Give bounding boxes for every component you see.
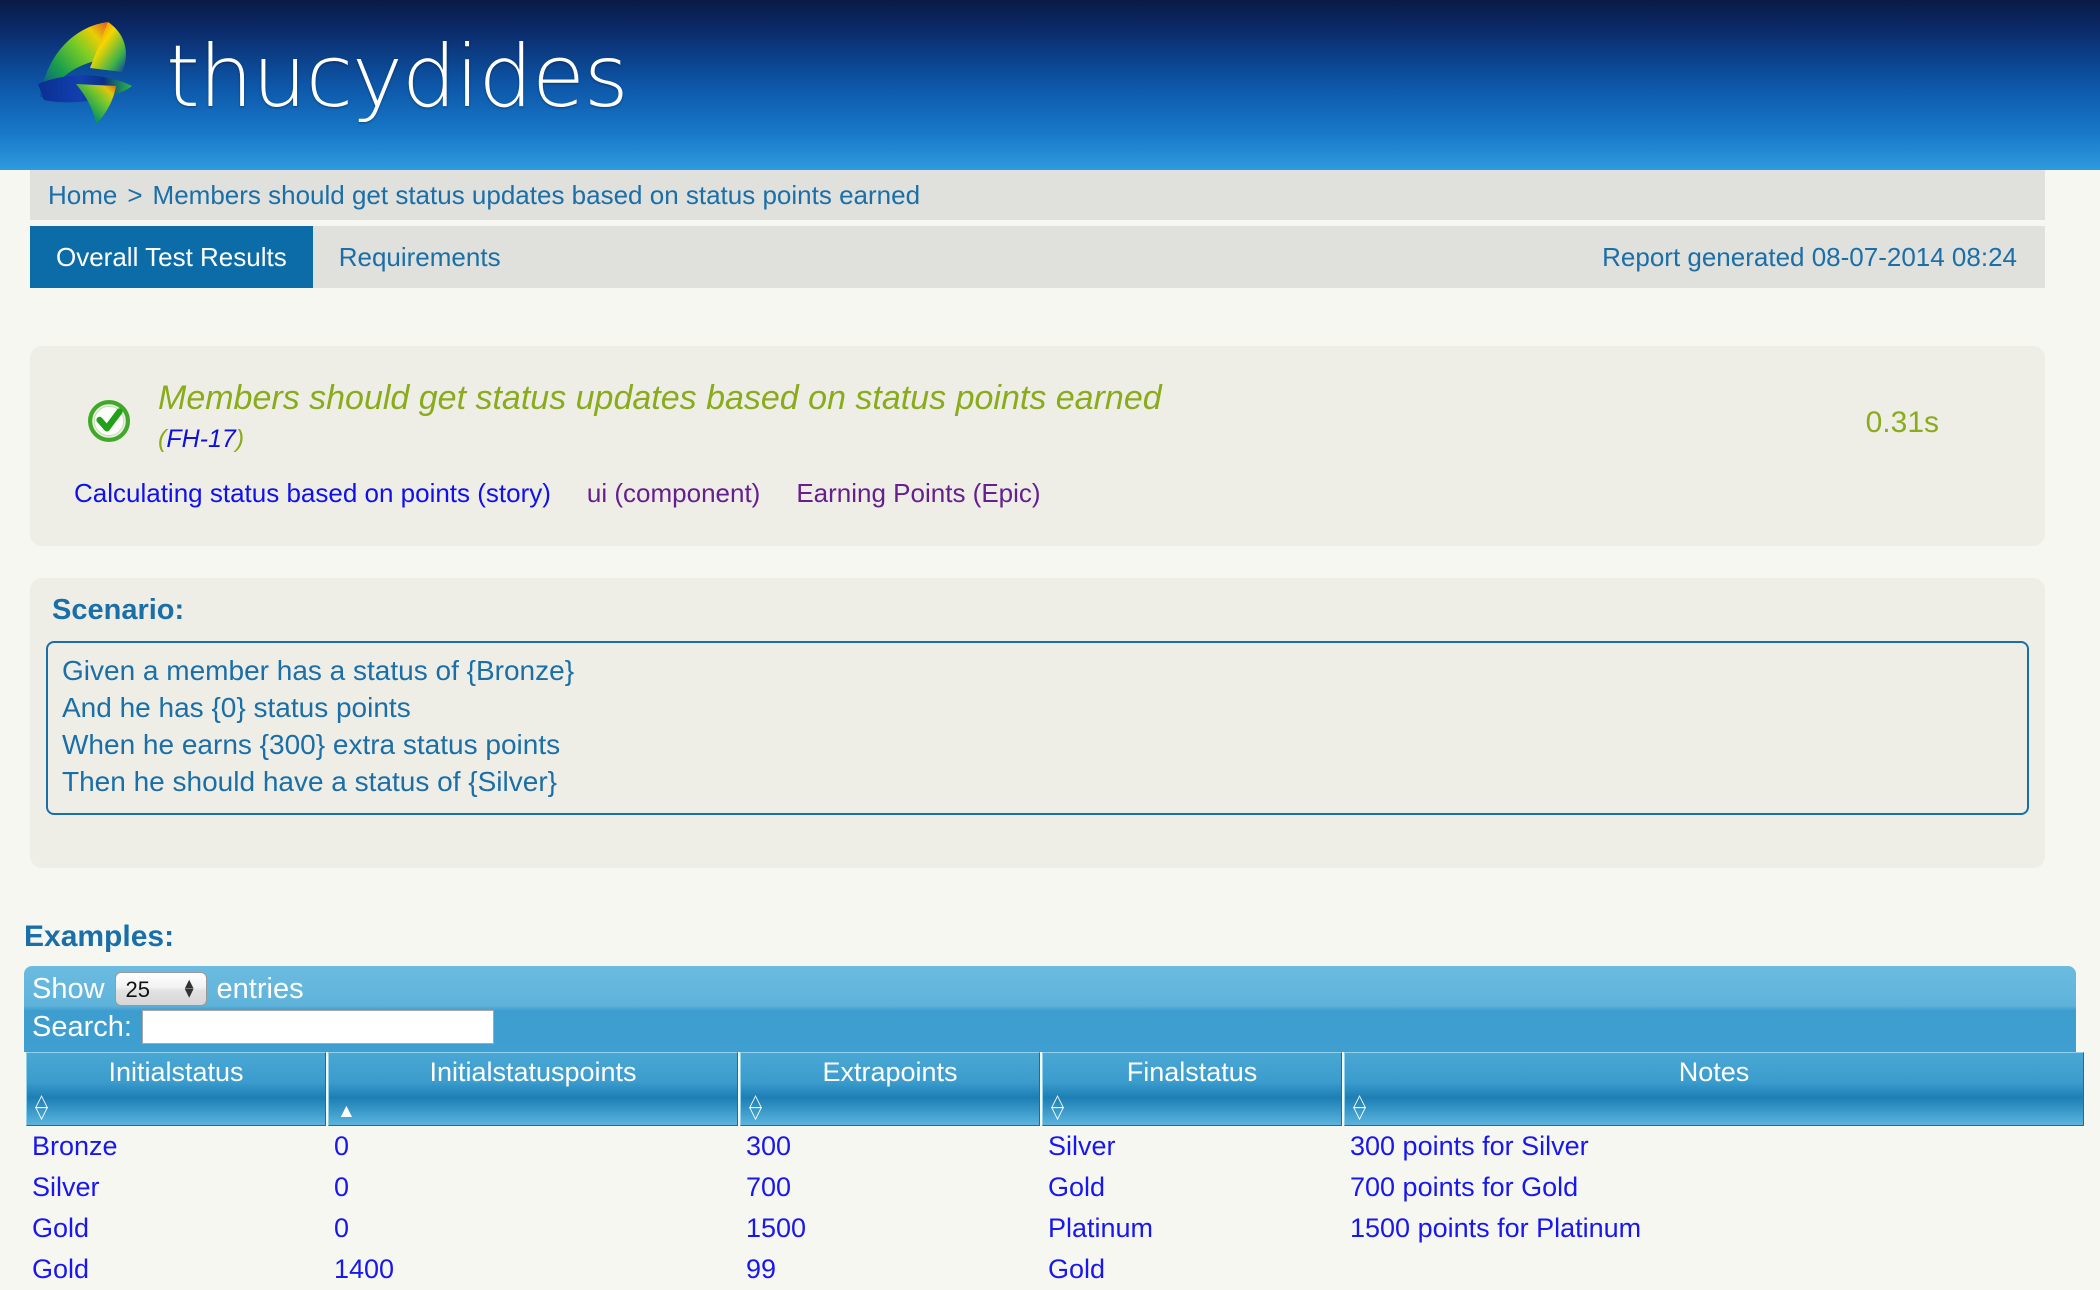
issue-paren-close: ) — [235, 424, 245, 453]
column-header-finalstatus[interactable]: Finalstatus △ ▽ — [1042, 1052, 1342, 1126]
tab-overall-test-results[interactable]: Overall Test Results — [30, 226, 313, 288]
cell-initialstatus: Gold — [32, 1213, 90, 1243]
table-header-row: Initialstatus △ ▽ Initialstatuspoints ▲ E… — [26, 1052, 2084, 1126]
site-banner: thucydides — [0, 0, 2100, 170]
examples-datatable: Show 10 25 50 100 ▲▼ entries Search: Ini… — [24, 966, 2084, 1290]
page-length-control: Show 10 25 50 100 ▲▼ entries — [32, 972, 2076, 1006]
cell-initialstatuspoints: 0 — [334, 1213, 350, 1243]
page-length-select-wrap: 10 25 50 100 ▲▼ — [105, 972, 217, 1006]
test-duration: 0.31s — [1865, 406, 1939, 439]
table-row[interactable]: Bronze 0 300 Silver 300 points for Silve… — [26, 1126, 2084, 1167]
column-label: Finalstatus — [1126, 1057, 1258, 1087]
breadcrumb-current: Members should get status updates based … — [152, 179, 921, 210]
search-label: Search: — [32, 1010, 132, 1043]
column-label: Initialstatus — [108, 1057, 244, 1087]
tab-requirements[interactable]: Requirements — [313, 226, 527, 288]
sort-asc-icon: ▲ — [337, 1101, 356, 1123]
scenario-step: When he earns {300} extra status points — [62, 728, 561, 760]
scenario-steps: Given a member has a status of {Bronze} … — [46, 641, 2029, 815]
page-title: Members should get status updates based … — [158, 379, 1162, 417]
green-check-circle-icon — [88, 400, 130, 442]
breadcrumb-separator: > — [127, 179, 143, 210]
column-header-extrapoints[interactable]: Extrapoints △ ▽ — [740, 1052, 1040, 1126]
examples-table-body: Bronze 0 300 Silver 300 points for Silve… — [26, 1126, 2084, 1290]
report-generated-stamp: Report generated 08-07-2014 08:24 — [1602, 241, 2017, 272]
brand-name: thucydides — [166, 27, 629, 127]
cell-finalstatus: Silver — [1048, 1131, 1116, 1161]
cell-notes: 1500 points for Platinum — [1350, 1213, 1642, 1243]
column-header-notes[interactable]: Notes △ ▽ — [1344, 1052, 2084, 1126]
sort-both-icon: △ ▽ — [35, 1090, 49, 1122]
search-input[interactable] — [141, 1010, 494, 1044]
test-result-summary-panel: Members should get status updates based … — [30, 346, 2045, 546]
entries-label: entries — [216, 972, 304, 1005]
tag-story-link[interactable]: Calculating status based on points (stor… — [74, 478, 551, 509]
test-title-column: Members should get status updates based … — [158, 378, 1866, 454]
scenario-step: Given a member has a status of {Bronze} — [62, 655, 575, 686]
scenario-heading: Scenario: — [52, 594, 185, 626]
breadcrumb-home-link[interactable]: Home — [48, 180, 117, 211]
tag-list: Calculating status based on points (stor… — [30, 454, 2045, 509]
cell-extrapoints: 300 — [746, 1131, 792, 1161]
cell-initialstatus: Bronze — [32, 1131, 118, 1161]
sort-both-icon: △ ▽ — [1353, 1090, 1367, 1122]
scenario-panel: Scenario: Given a member has a status of… — [30, 578, 2045, 868]
examples-table: Initialstatus △ ▽ Initialstatuspoints ▲ E… — [24, 1052, 2086, 1290]
datatable-controls: Show 10 25 50 100 ▲▼ entries Search: — [24, 966, 2076, 1052]
sort-both-icon: △ ▽ — [749, 1090, 763, 1122]
cell-finalstatus: Gold — [1048, 1172, 1106, 1202]
cell-initialstatus: Silver — [32, 1172, 100, 1202]
cell-finalstatus: Platinum — [1048, 1213, 1154, 1243]
table-row[interactable]: Gold 0 1500 Platinum 1500 points for Pla… — [26, 1208, 2084, 1249]
tag-epic-link[interactable]: Earning Points (Epic) — [796, 478, 1040, 509]
page-length-select[interactable]: 10 25 50 100 — [114, 972, 207, 1006]
column-label: Notes — [1678, 1057, 1750, 1087]
cell-initialstatuspoints: 0 — [334, 1131, 350, 1161]
column-label: Extrapoints — [822, 1057, 958, 1087]
scenario-step: Then he should have a status of {Silver} — [62, 765, 557, 797]
sort-both-icon: △ ▽ — [1051, 1090, 1065, 1122]
tag-component-link[interactable]: ui (component) — [587, 478, 760, 509]
search-control: Search: — [32, 1010, 2076, 1044]
cell-notes: 700 points for Gold — [1350, 1172, 1579, 1202]
examples-table-head: Initialstatus △ ▽ Initialstatuspoints ▲ E… — [26, 1052, 2084, 1126]
examples-heading: Examples: — [24, 920, 175, 953]
breadcrumb: Home > Members should get status updates… — [30, 170, 2045, 220]
tab-bar: Overall Test Results Requirements Report… — [30, 226, 2045, 288]
issue-link[interactable]: FH-17 — [166, 425, 235, 453]
thucydides-fan-logo-icon — [38, 22, 132, 124]
column-label: Initialstatuspoints — [429, 1057, 637, 1087]
scenario-step: And he has {0} status points — [62, 691, 411, 723]
cell-notes: 300 points for Silver — [1350, 1131, 1589, 1161]
show-label: Show — [32, 972, 105, 1005]
brand-logo[interactable]: thucydides — [30, 14, 629, 132]
column-header-initialstatuspoints[interactable]: Initialstatuspoints ▲ — [328, 1052, 738, 1126]
cell-extrapoints: 1500 — [746, 1213, 807, 1243]
table-row[interactable]: Silver 0 700 Gold 700 points for Gold — [26, 1167, 2084, 1208]
issue-reference: (FH-17) — [158, 425, 1866, 454]
test-result-header: Members should get status updates based … — [30, 346, 2045, 454]
column-header-initialstatus[interactable]: Initialstatus △ ▽ — [26, 1052, 326, 1126]
cell-extrapoints: 700 — [746, 1172, 792, 1202]
cell-initialstatuspoints: 0 — [334, 1172, 350, 1202]
